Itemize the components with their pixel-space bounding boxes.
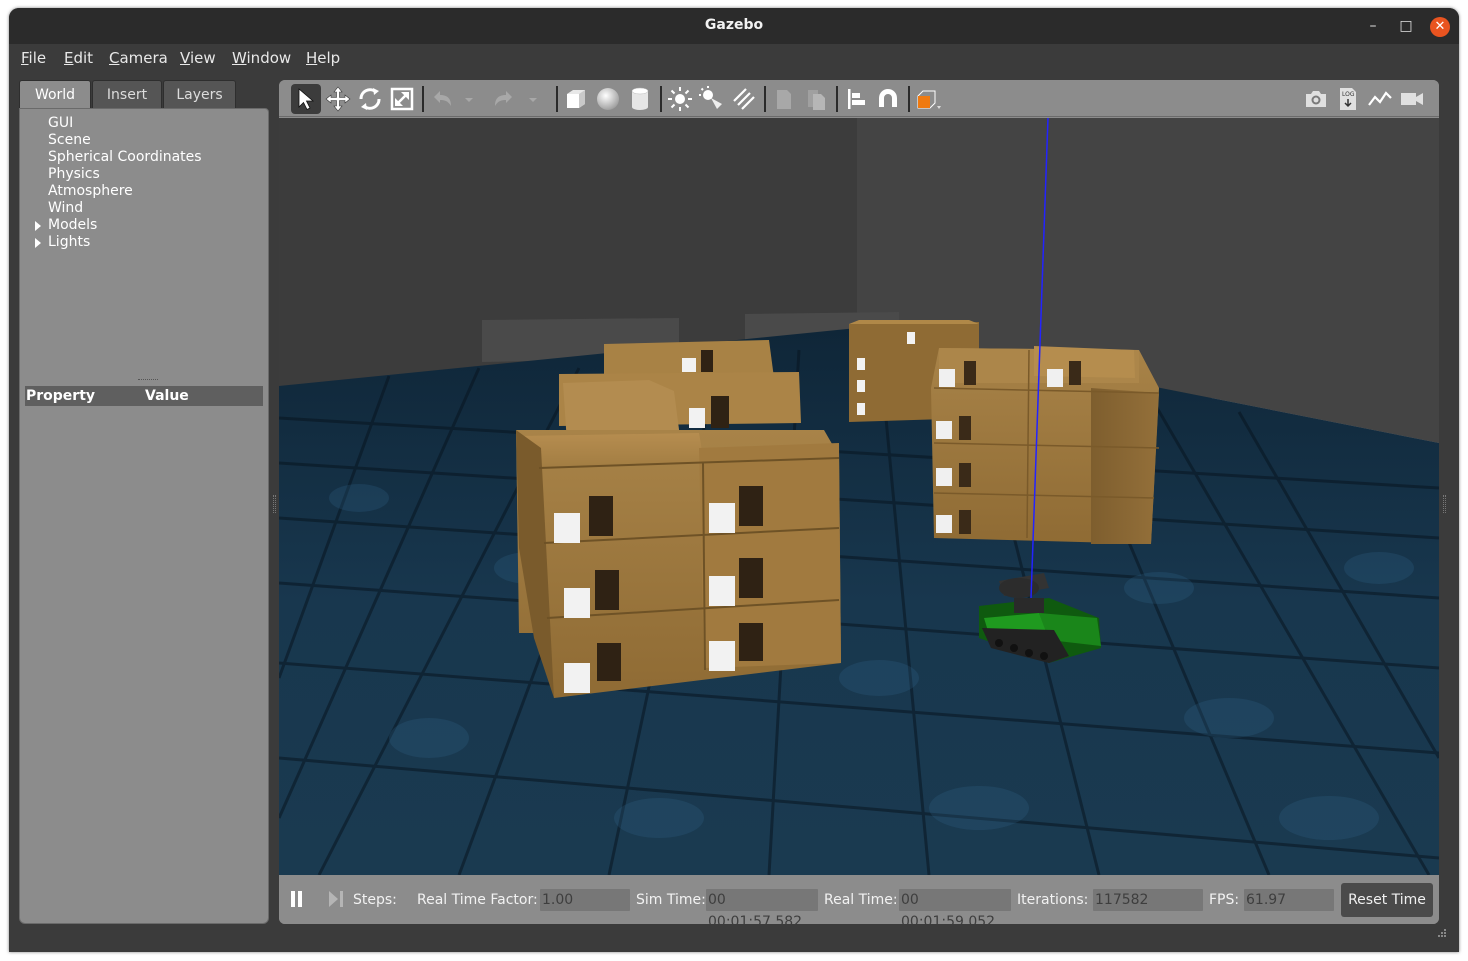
align-icon[interactable]	[841, 84, 871, 114]
toolbar: LOG	[279, 80, 1439, 117]
tab-layers[interactable]: Layers	[163, 80, 236, 108]
tab-world[interactable]: World	[19, 80, 91, 109]
toolbar-separator	[660, 86, 662, 112]
scale-icon[interactable]	[387, 84, 417, 114]
directional-light-icon[interactable]	[729, 84, 759, 114]
snap-magnet-icon[interactable]	[873, 84, 903, 114]
box-stack-main	[516, 340, 841, 698]
real-time-label: Real Time:	[824, 892, 898, 908]
paste-icon[interactable]	[801, 84, 831, 114]
menu-view[interactable]: View	[180, 49, 216, 67]
fps-field: 61.97	[1244, 889, 1334, 911]
tree-item-lights[interactable]: Lights	[20, 234, 268, 251]
steps-label: Steps:	[353, 892, 397, 908]
screenshot-camera-icon[interactable]	[1301, 84, 1331, 114]
log-icon[interactable]: LOG	[1333, 84, 1363, 114]
title-bar[interactable]: Gazebo – □ ✕	[9, 8, 1459, 44]
toolbar-separator	[836, 86, 838, 112]
spot-light-icon[interactable]	[697, 84, 727, 114]
redo-icon[interactable]	[489, 84, 519, 114]
toolbar-separator	[422, 86, 424, 112]
toolbar-separator	[764, 86, 766, 112]
panel-splitter-handle[interactable]	[138, 379, 158, 383]
cylinder-shape-icon[interactable]	[625, 84, 655, 114]
maximize-button[interactable]: □	[1396, 17, 1416, 37]
copy-icon[interactable]	[769, 84, 799, 114]
property-column-header[interactable]: Property	[26, 386, 95, 406]
menu-bar: File Edit Camera View Window Help	[9, 44, 1459, 72]
video-record-icon[interactable]	[1397, 84, 1427, 114]
undo-icon[interactable]	[427, 84, 457, 114]
3d-scene-canvas[interactable]	[279, 118, 1439, 875]
menu-window[interactable]: Window	[232, 49, 291, 67]
world-tree: GUI Scene Spherical Coordinates Physics …	[20, 115, 268, 251]
tree-item-wind[interactable]: Wind	[20, 200, 268, 217]
sim-time-field: 00 00:01:57.582	[706, 889, 818, 924]
left-panel-tabs: World Insert Layers	[19, 80, 269, 109]
menu-file[interactable]: File	[21, 49, 46, 67]
tree-item-scene[interactable]: Scene	[20, 132, 268, 149]
select-arrow-icon[interactable]	[291, 84, 321, 114]
svg-text:LOG: LOG	[1342, 91, 1355, 98]
fps-label: FPS:	[1209, 892, 1240, 908]
property-table-header: Property Value	[25, 386, 263, 406]
menu-help[interactable]: Help	[306, 49, 340, 67]
tree-item-spherical-coordinates[interactable]: Spherical Coordinates	[20, 149, 268, 166]
resize-grip-icon[interactable]	[1435, 926, 1447, 938]
left-splitter-handle[interactable]	[273, 495, 276, 513]
gazebo-window: Gazebo – □ ✕ File Edit Camera View Windo…	[9, 8, 1459, 952]
expand-arrow-icon[interactable]	[35, 221, 41, 231]
menu-edit[interactable]: Edit	[64, 49, 93, 67]
tree-item-gui[interactable]: GUI	[20, 115, 268, 132]
tree-item-physics[interactable]: Physics	[20, 166, 268, 183]
pause-icon[interactable]	[289, 890, 305, 908]
tree-item-atmosphere[interactable]: Atmosphere	[20, 183, 268, 200]
value-column-header[interactable]: Value	[145, 386, 189, 406]
point-light-icon[interactable]	[665, 84, 695, 114]
reset-time-button[interactable]: Reset Time	[1341, 883, 1433, 917]
translate-icon[interactable]	[323, 84, 353, 114]
toolbar-separator	[556, 86, 558, 112]
world-tab-content: GUI Scene Spherical Coordinates Physics …	[19, 108, 269, 924]
box-stack-right	[931, 346, 1160, 544]
left-panel: World Insert Layers GUI Scene Spherical …	[19, 80, 269, 924]
window-title: Gazebo	[704, 17, 764, 33]
tab-insert[interactable]: Insert	[92, 80, 162, 108]
tree-item-models[interactable]: Models	[20, 217, 268, 234]
iterations-field: 117582	[1093, 889, 1203, 911]
status-bar: Steps: Real Time Factor: 1.00 Sim Time: …	[279, 875, 1439, 924]
minimize-button[interactable]: –	[1363, 17, 1383, 37]
real-time-factor-label: Real Time Factor:	[417, 892, 538, 908]
real-time-factor-field: 1.00	[540, 889, 630, 911]
iterations-label: Iterations:	[1017, 892, 1089, 908]
box-shape-icon[interactable]	[561, 84, 591, 114]
rotate-icon[interactable]	[355, 84, 385, 114]
render-view: LOG Steps: Real Time Factor: 1.00 Sim Ti…	[279, 80, 1439, 924]
plot-icon[interactable]	[1365, 84, 1395, 114]
view-angle-icon[interactable]	[913, 84, 943, 114]
menu-camera[interactable]: Camera	[109, 49, 168, 67]
right-splitter-handle[interactable]	[1443, 495, 1446, 513]
sphere-shape-icon[interactable]	[593, 84, 623, 114]
undo-history-dropdown-icon[interactable]	[459, 84, 479, 114]
redo-history-dropdown-icon[interactable]	[523, 84, 543, 114]
sim-time-label: Sim Time:	[636, 892, 706, 908]
step-icon[interactable]	[327, 890, 345, 908]
toolbar-separator	[908, 86, 910, 112]
real-time-field: 00 00:01:59.052	[899, 889, 1011, 924]
expand-arrow-icon[interactable]	[35, 238, 41, 248]
close-button[interactable]: ✕	[1430, 17, 1450, 37]
